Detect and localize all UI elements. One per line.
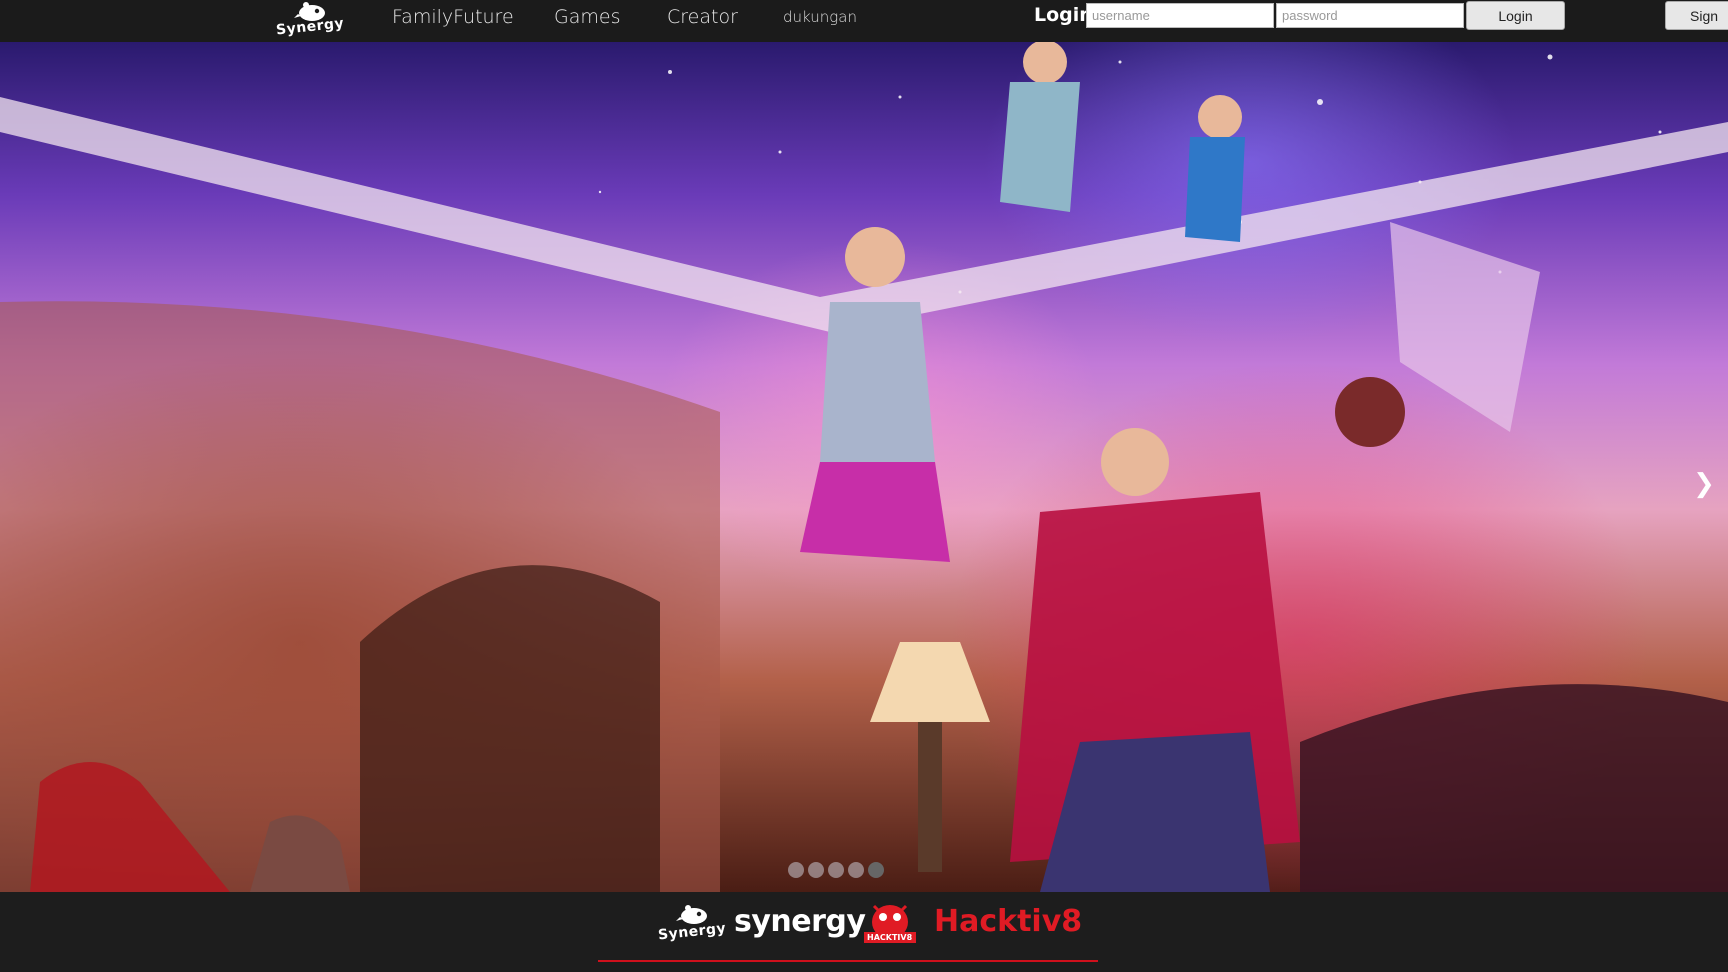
synergy-logo[interactable]: Synergy	[270, 0, 345, 40]
hero-carousel: ❯	[0, 42, 1728, 892]
teddy-bear	[1335, 377, 1405, 447]
carousel-dot[interactable]	[828, 862, 844, 878]
hero-image	[0, 42, 1728, 892]
lamp-base	[918, 722, 942, 872]
top-nav: Synergy FamilyFuture Games Creator dukun…	[0, 0, 1728, 42]
hacktiv8-wordmark[interactable]: Hacktiv8	[934, 904, 1082, 939]
username-input[interactable]	[1086, 3, 1274, 28]
hacktiv8-badge-text: HACKTIV8	[867, 933, 913, 942]
footer-divider	[598, 960, 1098, 962]
hacktiv8-logo[interactable]: HACKTIV8	[860, 900, 920, 946]
nav-familyfuture[interactable]: FamilyFuture	[392, 6, 514, 28]
lamp-shade	[870, 642, 990, 722]
sponsor-footer: Synergy synergy HACKTIV8 Hacktiv8	[0, 892, 1728, 972]
doorway	[360, 565, 660, 892]
login-button[interactable]: Login	[1466, 1, 1565, 30]
login-label: Login	[1034, 4, 1093, 26]
password-input[interactable]	[1276, 3, 1464, 28]
logo-text: Synergy	[275, 15, 345, 39]
bed-headboard	[1300, 684, 1728, 892]
carousel-dot-active[interactable]	[868, 862, 884, 878]
carousel-dot[interactable]	[848, 862, 864, 878]
nav-creator[interactable]: Creator	[667, 6, 738, 28]
boy-in-robe	[1010, 428, 1300, 892]
nav-dukungan[interactable]: dukungan	[783, 8, 857, 26]
floating-pillow	[1390, 222, 1540, 432]
flying-kids	[1000, 42, 1245, 242]
synergy-wordmark[interactable]: synergy	[734, 904, 866, 939]
sponsor-synergy-logo-text: Synergy	[657, 920, 727, 944]
signup-button[interactable]: Sign	[1665, 1, 1728, 30]
carousel-next-button[interactable]: ❯	[1692, 469, 1716, 499]
carousel-dot[interactable]	[808, 862, 824, 878]
carousel-indicators	[788, 862, 884, 878]
carousel-dot[interactable]	[788, 862, 804, 878]
sponsor-synergy-logo[interactable]: Synergy	[656, 902, 727, 946]
nav-games[interactable]: Games	[554, 6, 620, 28]
